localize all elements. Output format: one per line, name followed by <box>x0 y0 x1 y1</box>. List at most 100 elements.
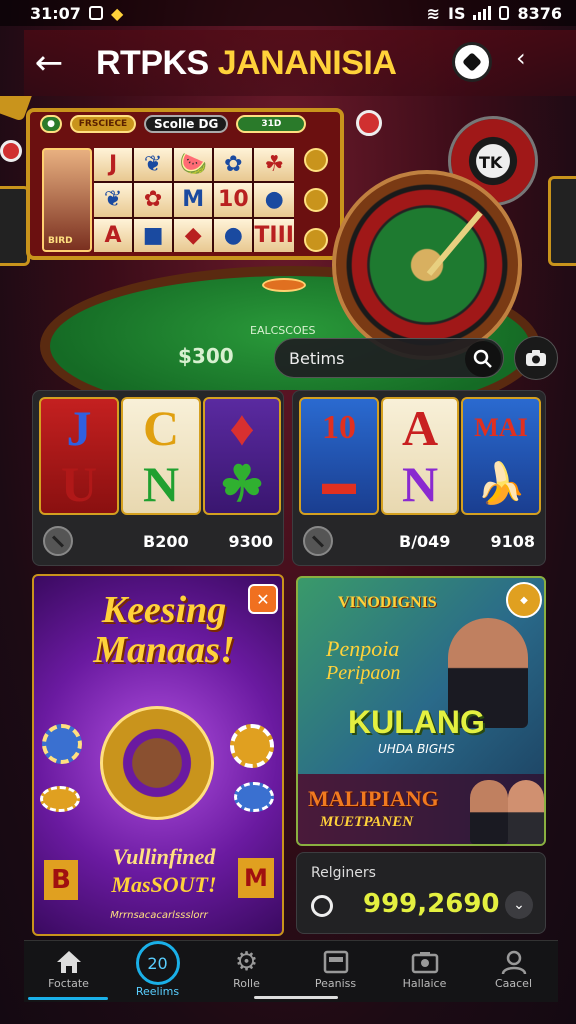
nav-item-reelims[interactable]: 20 Reelims <box>113 941 202 1002</box>
chip-icon <box>42 724 82 764</box>
nav-item-home[interactable]: Foctate <box>24 941 113 1002</box>
promo2-top-text: VINODIGNIS <box>338 594 437 611</box>
promo-badge-icon[interactable]: ✕ <box>248 584 278 614</box>
letter-b-icon: B <box>44 860 78 900</box>
app-header: ← RTPKS JANANISIA ‹ <box>24 30 576 96</box>
reel-1: 10 ▬ <box>299 397 379 515</box>
notification-icon <box>88 6 103 20</box>
page-title: RTPKS JANANISIA <box>96 44 397 83</box>
table-small-label: EALCSCOES <box>250 324 316 337</box>
coin-icon <box>311 895 333 917</box>
chevron-down-icon[interactable]: ⌄ <box>505 891 533 919</box>
reel-symbol: J <box>66 400 92 456</box>
card-value-left: B/049 <box>399 531 451 551</box>
gear-icon: ⚙ <box>234 947 259 977</box>
promo-footer-text: Mrrnsacacarlssslorr <box>110 910 208 921</box>
back-small-icon[interactable]: ‹ <box>516 44 526 72</box>
nav-label: Rolle <box>233 977 260 990</box>
search-input[interactable]: Betims <box>289 349 344 368</box>
reel-symbol: ✿ <box>134 183 173 217</box>
reel-symbol: ◆ <box>174 218 213 252</box>
reel-symbol: ❦ <box>94 183 133 217</box>
reel-symbol: ✿ <box>214 148 253 182</box>
presenter-portrait <box>508 780 544 844</box>
nav-item-rolle[interactable]: ⚙ Rolle <box>202 941 291 1002</box>
nav-label: Reelims <box>135 985 180 998</box>
reel-symbol: 10 <box>214 183 253 217</box>
nav-item-peaniss[interactable]: Peaniss <box>291 941 380 1002</box>
reel-symbol: ☘ <box>219 456 265 512</box>
nav-indicator-bar <box>254 996 338 999</box>
mascot-medallion <box>100 706 214 820</box>
reel-symbol: N <box>401 456 439 512</box>
slot-pill-center: Scolle DG <box>144 115 229 133</box>
card-value-right: 9108 <box>490 531 535 551</box>
reel-symbol: 🍌 <box>476 461 526 506</box>
wifi-icon: ≋ <box>426 3 440 23</box>
camera-icon[interactable] <box>514 336 558 380</box>
nav-item-caacel[interactable]: Caacel <box>469 941 558 1002</box>
slot-reels: J ❦ 🍉 ✿ ☘ ❦ ✿ M 10 ● A ■ ◆ ● TIII <box>94 148 294 252</box>
signal-icon <box>473 6 492 20</box>
nav-item-hallaice[interactable]: Hallaice <box>380 941 469 1002</box>
promo2-badge-icon[interactable]: ◆ <box>506 582 542 618</box>
promo2-line-1: Penpoia <box>326 636 400 661</box>
reel-symbol: C <box>142 400 180 456</box>
nav-label: Caacel <box>494 977 533 990</box>
balance-amount: 999,2690 <box>363 889 500 919</box>
slot-side-buttons <box>300 148 332 252</box>
promo-subline-2: MasSOUT! <box>111 872 217 897</box>
nav-badge-count: 20 <box>147 953 168 973</box>
host-label: BIRD <box>48 236 73 246</box>
reel-2: AN <box>381 397 459 515</box>
reel-symbol: ● <box>254 183 294 217</box>
chip-stack-icon <box>262 278 306 292</box>
reel-3: MAI 🍌 <box>461 397 541 515</box>
promo-banner-kulang[interactable]: VINODIGNIS ◆ Penpoia Peripaon KULANG UHD… <box>296 576 546 846</box>
slot-machine-top: ● FRSCIECE Scolle DG 31D <box>30 110 340 138</box>
reel-3: ♦ ☘ <box>203 397 281 515</box>
nav-label: Hallaice <box>402 977 447 990</box>
badge-icon: 20 <box>135 941 180 985</box>
balance-card[interactable]: Relginers 999,2690 ⌄ <box>296 852 546 934</box>
chip-icon <box>234 782 274 812</box>
status-bar: 31:07 ◆ ≋ IS 8376 <box>0 0 576 26</box>
nav-label: Peaniss <box>314 977 357 990</box>
promo-subline: Vullinfined <box>112 844 216 869</box>
reel-symbol: ■ <box>134 218 173 252</box>
card-value-left: B200 <box>143 531 189 551</box>
reel-2: CN <box>121 397 201 515</box>
bird-icon: ◆ <box>110 3 124 23</box>
reel-symbol: M <box>174 183 213 217</box>
reel-symbol: J <box>94 148 133 182</box>
back-arrow-icon[interactable]: ← <box>24 38 74 88</box>
slot-pill-right: 31D <box>236 115 307 133</box>
reel-symbol: A <box>401 400 439 456</box>
slot-game-card[interactable]: JU CN ♦ ☘ B200 9300 <box>32 390 284 566</box>
reel-symbol: A <box>94 218 133 252</box>
floating-chip-icon <box>356 110 382 136</box>
reel-symbol: 10 <box>322 409 356 446</box>
reel-symbol: ❦ <box>134 148 173 182</box>
promo2-big-text: KULANG <box>348 704 485 740</box>
presenter-portrait <box>470 780 508 844</box>
nav-label: Foctate <box>48 977 89 990</box>
app-root: 31:07 ◆ ≋ IS 8376 ← RTPKS JANANISIA ‹ EA <box>0 0 576 1024</box>
camera-icon <box>411 947 439 977</box>
slot-host-portrait: BIRD <box>42 148 92 252</box>
table-amount: $300 <box>178 344 234 368</box>
chip-icon <box>230 724 274 768</box>
promo2-bottom-text-2: MUETPANEN <box>320 814 414 830</box>
card-icon <box>323 947 349 977</box>
search-bar[interactable]: Betims <box>274 338 504 378</box>
search-icon[interactable] <box>465 341 501 377</box>
promo-headline: Keesing Manaas! <box>93 589 235 671</box>
reel-symbol: TIII <box>254 218 294 252</box>
promo-banner-mascot[interactable]: Keesing Manaas! ✕ Vullinfined MasSOUT! B… <box>32 574 284 936</box>
promo2-bottom-text-1: MALIPIANG <box>308 786 439 811</box>
soccer-ball-icon[interactable] <box>452 42 492 82</box>
slot-game-card[interactable]: 10 ▬ AN MAI 🍌 B/049 9108 <box>292 390 546 566</box>
card-value-right: 9300 <box>228 531 273 551</box>
reel-symbol: ☘ <box>254 148 294 182</box>
reel-symbol: ● <box>214 218 253 252</box>
